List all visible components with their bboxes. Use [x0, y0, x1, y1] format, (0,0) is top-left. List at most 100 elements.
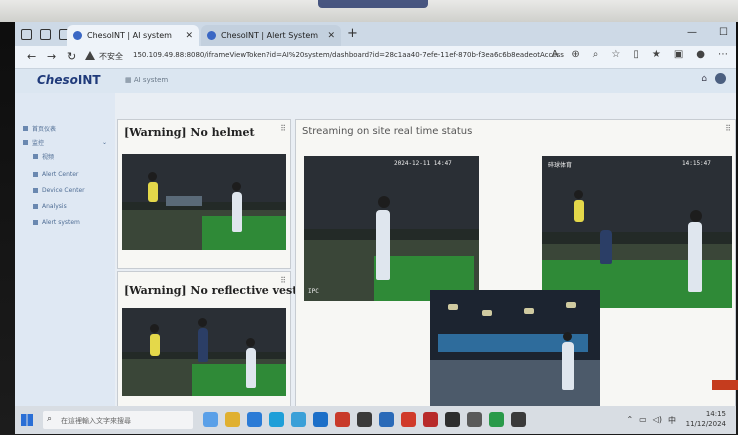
- edge-icon[interactable]: [269, 412, 284, 427]
- person-figure: [246, 348, 256, 388]
- home-icon: [23, 125, 28, 131]
- volume-icon[interactable]: ◁): [653, 415, 662, 426]
- app-icon[interactable]: [445, 412, 460, 427]
- sidebar-item-monitor[interactable]: 监控 ⌄: [23, 137, 113, 147]
- cam-timestamp: 14:15:47: [682, 160, 711, 167]
- office-icon[interactable]: [335, 412, 350, 427]
- search-placeholder: 在這裡輸入文字來搜尋: [61, 417, 131, 425]
- worker-vest: [150, 334, 160, 356]
- favorites-icon[interactable]: ★: [652, 49, 661, 60]
- powerpoint-icon[interactable]: [401, 412, 416, 427]
- collections-icon[interactable]: ▣: [674, 49, 683, 60]
- browser-icon[interactable]: [313, 412, 328, 427]
- profile-icon[interactable]: ●: [696, 49, 705, 60]
- tab-label: ChesoINT | Alert System: [221, 31, 319, 40]
- worker-head: [150, 324, 159, 333]
- app-icon[interactable]: [423, 412, 438, 427]
- file-explorer-icon[interactable]: [225, 412, 240, 427]
- worker-head: [574, 190, 583, 199]
- breadcrumb-label[interactable]: AI system: [134, 76, 168, 84]
- card-menu-icon[interactable]: ⠿: [280, 276, 286, 285]
- alert-snapshot-vest[interactable]: [122, 308, 286, 396]
- wall-logo: [318, 0, 428, 8]
- windows-start-icon[interactable]: [21, 414, 33, 426]
- word-icon[interactable]: [379, 412, 394, 427]
- tab-actions-icon[interactable]: [40, 29, 51, 40]
- security-label[interactable]: 不安全: [99, 51, 123, 62]
- tab-ai-system[interactable]: ChesoINT | AI system ✕: [67, 25, 199, 46]
- sidebar-item-alert-system[interactable]: Alert system: [33, 217, 123, 227]
- card-menu-icon[interactable]: ⠿: [725, 124, 731, 133]
- tab-alert-system[interactable]: ChesoINT | Alert System ✕: [201, 25, 341, 46]
- close-tab-icon[interactable]: ✕: [185, 31, 193, 41]
- sidebar-item-analysis[interactable]: Analysis: [33, 201, 123, 211]
- alert-card-no-vest[interactable]: [Warning] No reflective vest ⠿: [117, 271, 297, 406]
- cam-label: 碎球体育: [548, 162, 573, 169]
- sidebar-item-label: 首页仪表: [32, 125, 57, 133]
- monitor-corner-sticker: [712, 380, 738, 390]
- store-icon[interactable]: [291, 412, 306, 427]
- clock[interactable]: 14:15 11/12/2024: [686, 409, 726, 429]
- url-field[interactable]: 150.109.49.88:8080/iframeViewToken?id=AI…: [133, 51, 593, 59]
- stream-cam-1[interactable]: 2024-12-11 14:47 IPC: [304, 156, 479, 301]
- worker-vest: [574, 200, 584, 222]
- alert-card-no-helmet[interactable]: [Warning] No helmet ⠿: [117, 119, 291, 269]
- tab-favicon-icon: [73, 31, 82, 40]
- card-menu-icon[interactable]: ⠿: [280, 124, 286, 133]
- streaming-card: Streaming on site real time status ⠿ 202…: [295, 119, 736, 406]
- chevron-down-icon: ⌄: [101, 138, 107, 146]
- task-view-icon[interactable]: [203, 412, 218, 427]
- taskbar-apps: [203, 412, 526, 427]
- favorite-icon[interactable]: ☆: [611, 49, 620, 60]
- more-icon[interactable]: ⋯: [718, 49, 728, 60]
- screen: ChesoINT | AI system ✕ ChesoINT | Alert …: [15, 22, 736, 406]
- notification-icon[interactable]: ⌂: [701, 74, 707, 84]
- avatar[interactable]: [715, 73, 726, 84]
- alert-snapshot-helmet[interactable]: [122, 154, 286, 250]
- person-figure: [376, 210, 390, 280]
- ime-indicator[interactable]: 中: [668, 415, 676, 426]
- sidebar-item-video[interactable]: 视频: [33, 151, 123, 161]
- workspaces-icon[interactable]: [21, 29, 32, 40]
- chevron-up-icon[interactable]: ⌃: [626, 415, 633, 426]
- monitor-icon: [23, 139, 28, 145]
- analysis-icon: [33, 203, 38, 209]
- taskbar: ⌕ 在這裡輸入文字來搜尋 ⌃ ▭ ◁) 中 14:15 11/12/2024: [15, 406, 736, 434]
- app-icon[interactable]: [511, 412, 526, 427]
- minimize-icon[interactable]: —: [687, 27, 697, 38]
- clock-date: 11/12/2024: [685, 420, 726, 428]
- terminal-icon[interactable]: [357, 412, 372, 427]
- user-menu[interactable]: ⌂: [701, 73, 726, 84]
- network-icon[interactable]: ▭: [639, 415, 647, 426]
- sidebar-item-device-center[interactable]: Device Center: [33, 185, 123, 195]
- sidebar-item-label: Alert Center: [42, 170, 79, 178]
- search-icon: ⌕: [47, 414, 53, 424]
- person-figure: [600, 230, 612, 264]
- person-figure: [198, 328, 208, 362]
- zoom-icon[interactable]: ⊕: [571, 49, 579, 60]
- ceiling-light: [566, 302, 576, 308]
- back-icon[interactable]: ←: [27, 50, 36, 63]
- refresh-icon[interactable]: ↻: [67, 50, 76, 63]
- app-icon[interactable]: [467, 412, 482, 427]
- window-controls: — ☐: [687, 27, 728, 38]
- device-icon: [33, 187, 38, 193]
- background-wall: [0, 0, 738, 22]
- maximize-icon[interactable]: ☐: [719, 27, 728, 38]
- search-icon[interactable]: ⌕: [593, 49, 599, 60]
- app-icon[interactable]: [489, 412, 504, 427]
- forward-icon[interactable]: →: [47, 50, 56, 63]
- split-screen-icon[interactable]: ▯: [633, 49, 639, 60]
- read-aloud-icon[interactable]: A: [552, 49, 559, 60]
- alert-title: [Warning] No reflective vest: [124, 284, 298, 297]
- stream-cam-2[interactable]: 碎球体育 14:15:47: [542, 156, 732, 308]
- person-figure: [562, 342, 574, 390]
- taskbar-search[interactable]: ⌕ 在這裡輸入文字來搜尋: [43, 411, 193, 429]
- logo-suffix: INT: [77, 73, 101, 87]
- new-tab-button[interactable]: +: [347, 26, 358, 41]
- mail-icon[interactable]: [247, 412, 262, 427]
- sidebar-item-home[interactable]: 首页仪表: [23, 123, 113, 133]
- close-tab-icon[interactable]: ✕: [327, 31, 335, 41]
- sidebar-item-alert-center[interactable]: Alert Center: [33, 169, 123, 179]
- stream-cam-3[interactable]: [430, 290, 600, 406]
